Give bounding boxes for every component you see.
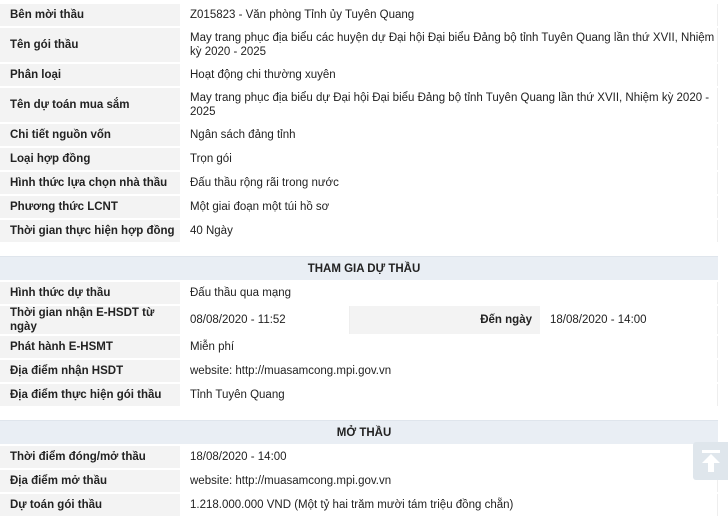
row-phat-hanh: Phát hành E-HSMT Miễn phí [0,336,718,358]
label: Tên gói thầu [0,28,180,62]
row-thoi-gian-hd: Thời gian thực hiện hợp đồng 40 Ngày [0,220,718,242]
value: Ngân sách đảng tỉnh [180,124,718,146]
section-header: THAM GIA DỰ THẦU [0,256,718,280]
row-loai-hop-dong: Loại hợp đồng Trọn gói [0,148,718,170]
row-phan-loai: Phân loại Hoạt động chi thường xuyên [0,64,718,86]
row-hinh-thuc-du-thau: Hình thức dự thầu Đấu thầu qua mạng [0,282,718,304]
bid-info-table: Bên mời thầu Z015823 - Văn phòng Tỉnh ủy… [0,2,718,244]
value: 18/08/2020 - 14:00 [180,446,718,468]
value: Tỉnh Tuyên Quang [180,384,718,406]
label: Thời gian thực hiện hợp đồng [0,220,180,242]
opening-table: MỞ THẦU Thời điểm đóng/mở thầu 18/08/202… [0,418,718,518]
row-du-toan: Dự toán gói thầu 1.218.000.000 VND (Một … [0,494,718,516]
value: website: http://muasamcong.mpi.gov.vn [180,360,718,382]
value: Trọn gói [180,148,718,170]
label: Loại hợp đồng [0,148,180,170]
label: Địa điểm mở thầu [0,470,180,492]
row-ben-moi-thau: Bên mời thầu Z015823 - Văn phòng Tỉnh ủy… [0,4,718,26]
label: Hình thức dự thầu [0,282,180,304]
row-thoi-diem-mo: Thời điểm đóng/mở thầu 18/08/2020 - 14:0… [0,446,718,468]
section-title: THAM GIA DỰ THẦU [0,256,718,280]
value: Z015823 - Văn phòng Tỉnh ủy Tuyên Quang [180,4,718,26]
label: Thời gian nhận E-HSDT từ ngày [0,306,180,334]
participation-table: THAM GIA DỰ THẦU Hình thức dự thầu Đấu t… [0,254,718,408]
arrow-up-to-top-icon [701,450,720,472]
label: Dự toán gói thầu [0,494,180,516]
value: May trang phục địa biểu dự Đại hội Đại b… [180,88,718,122]
row-hinh-thuc-lcnt: Hình thức lựa chọn nhà thầu Đấu thầu rộn… [0,172,718,194]
value: Đấu thầu qua mạng [180,282,718,304]
label: Tên dự toán mua sắm [0,88,180,122]
label: Hình thức lựa chọn nhà thầu [0,172,180,194]
label: Phát hành E-HSMT [0,336,180,358]
label-to: Đến ngày [350,306,540,334]
label: Thời điểm đóng/mở thầu [0,446,180,468]
value: 1.218.000.000 VND (Một tỷ hai trăm mười … [180,494,718,516]
value: Miễn phí [180,336,718,358]
section-title: MỞ THẦU [0,420,718,444]
label: Địa điểm thực hiện gói thầu [0,384,180,406]
label: Phương thức LCNT [0,196,180,218]
value: Một giai đoạn một túi hồ sơ [180,196,718,218]
label: Bên mời thầu [0,4,180,26]
value: May trang phục địa biểu các huyện dự Đại… [180,28,718,62]
scroll-to-top-button[interactable] [693,442,728,480]
row-dia-diem-thuc-hien: Địa điểm thực hiện gói thầu Tỉnh Tuyên Q… [0,384,718,406]
label: Chi tiết nguồn vốn [0,124,180,146]
label: Phân loại [0,64,180,86]
value-to: 18/08/2020 - 14:00 [540,306,718,334]
row-phuong-thuc: Phương thức LCNT Một giai đoạn một túi h… [0,196,718,218]
label: Địa điểm nhận HSDT [0,360,180,382]
value: Hoạt động chi thường xuyên [180,64,718,86]
value-from: 08/08/2020 - 11:52 [180,306,350,334]
row-thoi-gian-nhan: Thời gian nhận E-HSDT từ ngày 08/08/2020… [0,306,718,334]
value: website: http://muasamcong.mpi.gov.vn [180,470,718,492]
value: Đấu thầu rộng rãi trong nước [180,172,718,194]
row-nguon-von: Chi tiết nguồn vốn Ngân sách đảng tỉnh [0,124,718,146]
section-header: MỞ THẦU [0,420,718,444]
row-ten-du-toan: Tên dự toán mua sắm May trang phục địa b… [0,88,718,122]
value: 40 Ngày [180,220,718,242]
row-ten-goi-thau: Tên gói thầu May trang phục địa biểu các… [0,28,718,62]
row-dia-diem-mo: Địa điểm mở thầu website: http://muasamc… [0,470,718,492]
row-dia-diem-nhan: Địa điểm nhận HSDT website: http://muasa… [0,360,718,382]
